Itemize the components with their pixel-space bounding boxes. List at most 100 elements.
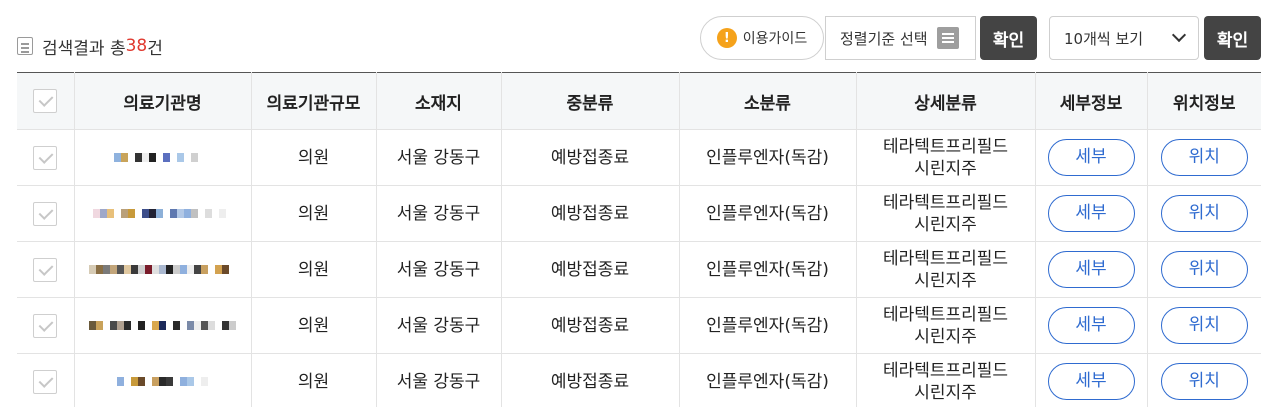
document-icon [17,37,33,55]
table-header-row: 의료기관명 의료기관규모 소재지 중분류 소분류 상세분류 세부정보 위치정보 [17,72,1261,130]
location-button[interactable]: 위치 [1160,195,1248,232]
detail-info-cell: 세부 [1034,185,1147,242]
info-icon: ! [716,28,737,48]
location-info-cell: 위치 [1146,353,1261,407]
row-checkbox[interactable] [33,257,58,282]
detail-line-2: 시린지주 [914,326,977,347]
location-button[interactable]: 위치 [1160,307,1248,344]
list-icon [936,27,959,49]
row-checkbox[interactable] [33,369,58,394]
guide-label: 이용가이드 [742,31,808,47]
detail-line-2: 시린지주 [914,382,977,403]
location-info-cell: 위치 [1146,129,1261,186]
detail-line-2: 시린지주 [914,270,977,291]
location-info-cell: 위치 [1146,241,1261,298]
institution-name-blurred [73,297,251,354]
header-location-info: 위치정보 [1146,72,1261,130]
detail-line-1: 테라텍트프리필드 [882,192,1009,213]
header-name: 의료기관명 [73,72,251,130]
scale-cell: 의원 [250,297,376,354]
location-cell: 서울 강동구 [375,297,501,354]
mid-category-cell: 예방접종료 [500,353,679,407]
row-checkbox[interactable] [33,313,58,338]
sort-confirm-button[interactable]: 확인 [980,16,1037,60]
scale-cell: 의원 [250,241,376,298]
row-checkbox[interactable] [33,145,58,170]
pixelated-name [89,265,236,274]
institution-name-blurred [73,241,251,298]
result-count: 38 [125,36,148,56]
sub-category-cell: 인플루엔자(독감) [678,353,856,407]
detail-button[interactable]: 세부 [1047,139,1135,176]
summary-prefix: 검색결과 총 [42,38,126,59]
table-row: 의원 서울 강동구 예방접종료 인플루엔자(독감) 테라텍트프리필드 시린지주 세… [17,353,1261,407]
mid-category-cell: 예방접종료 [500,129,679,186]
location-cell: 서울 강동구 [375,353,501,407]
header-scale: 의료기관규모 [250,72,376,130]
page-size-label: 10개씩 보기 [1064,29,1144,48]
header-detail-category: 상세분류 [855,72,1035,130]
results-table: 의료기관명 의료기관규모 소재지 중분류 소분류 상세분류 세부정보 위치정보 … [17,72,1261,407]
detail-button[interactable]: 세부 [1047,195,1135,232]
mid-category-cell: 예방접종료 [500,241,679,298]
sub-category-cell: 인플루엔자(독감) [678,129,856,186]
location-button[interactable]: 위치 [1160,363,1248,400]
location-cell: 서울 강동구 [375,185,501,242]
detail-line-1: 테라텍트프리필드 [882,304,1009,325]
detail-info-cell: 세부 [1034,297,1147,354]
page-size-select[interactable]: 10개씩 보기 [1049,16,1199,60]
result-summary: 검색결과 총 38 건 [17,34,163,59]
institution-name-blurred [73,353,251,407]
select-all-cell [17,72,74,130]
detail-line-2: 시린지주 [914,158,977,179]
detail-button[interactable]: 세부 [1047,307,1135,344]
sub-category-cell: 인플루엔자(독감) [678,241,856,298]
detail-button[interactable]: 세부 [1047,363,1135,400]
detail-info-cell: 세부 [1034,241,1147,298]
select-all-checkbox[interactable] [33,89,58,113]
detail-info-cell: 세부 [1034,129,1147,186]
row-checkbox-cell [17,185,74,242]
row-checkbox-cell [17,353,74,407]
sort-label: 정렬기준 선택 [840,29,928,48]
detail-line-1: 테라텍트프리필드 [882,248,1009,269]
mid-category-cell: 예방접종료 [500,297,679,354]
pixelated-name [89,321,236,330]
table-row: 의원 서울 강동구 예방접종료 인플루엔자(독감) 테라텍트프리필드 시린지주 세… [17,185,1261,242]
sort-select[interactable]: 정렬기준 선택 [825,16,976,60]
sub-category-cell: 인플루엔자(독감) [678,185,856,242]
institution-name-blurred [73,129,251,186]
detail-line-2: 시린지주 [914,214,977,235]
header-location: 소재지 [375,72,501,130]
location-cell: 서울 강동구 [375,129,501,186]
row-checkbox-cell [17,241,74,298]
table-row: 의원 서울 강동구 예방접종료 인플루엔자(독감) 테라텍트프리필드 시린지주 세… [17,129,1261,186]
pixelated-name [92,209,233,218]
chevron-down-icon [1171,27,1187,43]
detail-category-cell: 테라텍트프리필드 시린지주 [855,353,1035,407]
location-cell: 서울 강동구 [375,241,501,298]
detail-button[interactable]: 세부 [1047,251,1135,288]
pixelated-name [110,377,215,386]
header-detail-info: 세부정보 [1034,72,1147,130]
pixelated-name [113,153,212,162]
header-mid-category: 중분류 [500,72,679,130]
page-size-confirm-button[interactable]: 확인 [1204,16,1261,60]
location-button[interactable]: 위치 [1160,139,1248,176]
sub-category-cell: 인플루엔자(독감) [678,297,856,354]
scale-cell: 의원 [250,129,376,186]
scale-cell: 의원 [250,353,376,407]
location-info-cell: 위치 [1146,297,1261,354]
location-button[interactable]: 위치 [1160,251,1248,288]
detail-category-cell: 테라텍트프리필드 시린지주 [855,241,1035,298]
table-row: 의원 서울 강동구 예방접종료 인플루엔자(독감) 테라텍트프리필드 시린지주 세… [17,297,1261,354]
header-sub-category: 소분류 [678,72,856,130]
row-checkbox[interactable] [33,201,58,226]
row-checkbox-cell [17,129,74,186]
summary-suffix: 건 [147,38,163,59]
table-row: 의원 서울 강동구 예방접종료 인플루엔자(독감) 테라텍트프리필드 시린지주 세… [17,241,1261,298]
detail-line-1: 테라텍트프리필드 [882,136,1009,157]
mid-category-cell: 예방접종료 [500,185,679,242]
guide-button[interactable]: ! 이용가이드 [700,16,824,60]
row-checkbox-cell [17,297,74,354]
